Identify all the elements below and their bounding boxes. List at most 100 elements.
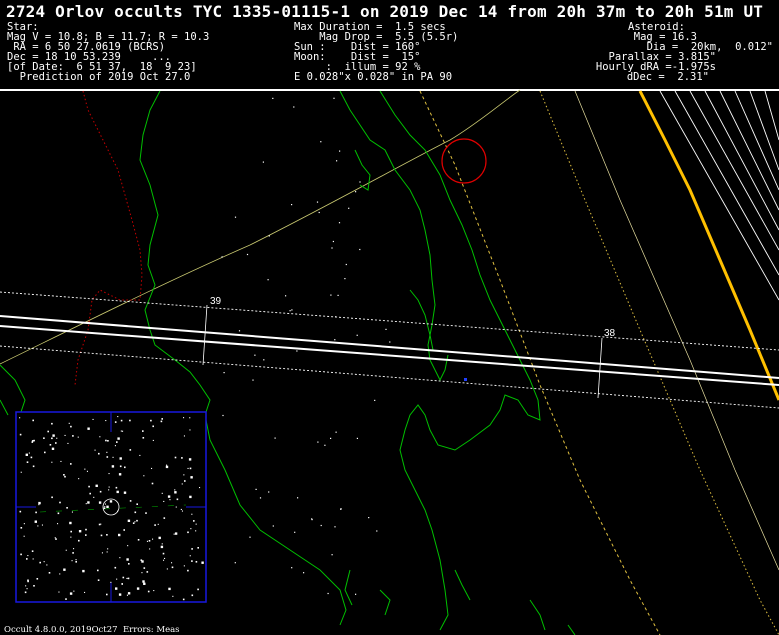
inset-star [26, 588, 28, 590]
inset-star [143, 567, 146, 569]
inset-star [115, 587, 118, 590]
inset-star [145, 512, 147, 514]
map-dot [356, 334, 358, 336]
map-dot [272, 525, 274, 527]
inset-star [161, 492, 163, 494]
inset-star [140, 559, 143, 561]
inset-star [197, 588, 199, 591]
inset-star [132, 522, 135, 524]
map-dot [385, 328, 387, 330]
inset-star [111, 465, 115, 468]
map-dot [335, 431, 337, 433]
map-dot [359, 181, 361, 183]
map-dot [272, 97, 274, 99]
inset-star [88, 485, 90, 488]
inset-star [56, 437, 58, 439]
shadow-limit-fan [659, 90, 779, 301]
map-dot [234, 562, 236, 564]
map-dot [285, 295, 287, 297]
inset-star [181, 457, 183, 459]
inset-star [121, 583, 123, 585]
occultation-map: 39 38 [0, 89, 779, 635]
map-dot [284, 347, 286, 349]
inset-star [181, 510, 183, 512]
inset-star [85, 528, 87, 531]
inset-star [123, 529, 125, 531]
inset-star [27, 579, 29, 582]
map-dot [330, 294, 332, 296]
inset-star [160, 545, 164, 549]
inset-star [168, 587, 171, 591]
inset-star [65, 598, 67, 600]
map-dot [223, 372, 225, 374]
inset-star [69, 592, 73, 595]
inset-star [119, 465, 122, 468]
inset-star [184, 480, 186, 482]
inset-star [30, 456, 33, 459]
inset-star [176, 498, 179, 501]
inset-star [137, 539, 140, 541]
inset-star [64, 475, 66, 478]
time-tick-39 [202, 304, 208, 366]
inset-star [24, 591, 27, 594]
map-dot [293, 106, 295, 108]
map-dot [268, 235, 270, 237]
inset-star [23, 535, 25, 537]
map-dot [291, 204, 293, 206]
inset-star [73, 590, 75, 592]
map-dot [320, 524, 322, 527]
inset-star [104, 506, 106, 508]
inset-star [104, 503, 106, 505]
inset-star [70, 530, 72, 533]
inset-star [64, 434, 66, 436]
inset-star [166, 568, 168, 570]
map-dot [291, 567, 293, 569]
inset-star [78, 530, 82, 533]
map-dot [355, 593, 357, 595]
inset-star [98, 452, 100, 455]
time-tick-38 [597, 337, 603, 399]
map-dot [359, 248, 361, 251]
inset-star [201, 561, 204, 564]
map-dot [268, 491, 270, 493]
inset-star [136, 587, 140, 590]
inset-star [116, 578, 118, 580]
inset-star [162, 552, 165, 555]
inset-star [38, 501, 41, 505]
inset-star [92, 418, 94, 420]
inset-star [49, 444, 52, 446]
map-dot [348, 207, 350, 209]
inset-star [129, 449, 132, 451]
inset-star [95, 484, 98, 487]
inset-star [141, 572, 143, 574]
inset-star [46, 564, 48, 566]
twilight-limit-dotted [539, 90, 779, 635]
inset-star [19, 417, 21, 419]
country-border [74, 90, 143, 386]
inset-star [106, 451, 108, 453]
inset-star [146, 571, 149, 573]
inset-star [85, 503, 87, 505]
map-dot [303, 572, 305, 574]
inset-star [48, 572, 51, 574]
inset-star [189, 555, 191, 557]
map-dot [311, 519, 313, 521]
inset-star [189, 467, 192, 470]
map-dot [255, 488, 257, 490]
inset-star [112, 456, 114, 458]
inset-star [127, 545, 129, 547]
map-dot [345, 263, 347, 266]
inset-star [71, 511, 73, 513]
map-dot [234, 216, 237, 218]
inset-star [160, 420, 163, 423]
inset-star [60, 460, 62, 462]
inset-star [105, 420, 107, 422]
map-dot [332, 240, 334, 243]
inset-star [161, 418, 163, 420]
inset-star [54, 537, 56, 539]
inset-star [163, 517, 166, 519]
inset-star [142, 580, 145, 583]
map-dot [336, 160, 338, 162]
inset-star [65, 549, 67, 551]
time-label-38: 38 [604, 328, 616, 339]
